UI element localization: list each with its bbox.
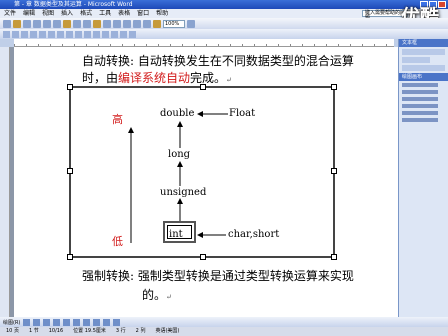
- task-pane-option[interactable]: [402, 57, 430, 63]
- task-pane-list: [402, 83, 445, 122]
- status-lang: 英语(美国): [155, 328, 180, 334]
- task-pane-option[interactable]: [402, 49, 445, 55]
- node-float: Float: [229, 108, 256, 119]
- status-section: 1 节: [28, 328, 39, 334]
- node-unsigned: unsigned: [160, 187, 207, 198]
- task-pane-title-2: 绘图画布: [399, 73, 448, 81]
- text-line[interactable]: 强制转换: 强制类型转换是通过类型转换运算来实现: [82, 267, 354, 284]
- task-pane-item[interactable]: [402, 104, 438, 108]
- status-page: 10 页: [6, 328, 19, 334]
- rectangle-icon[interactable]: [63, 318, 71, 326]
- drawing-toolbar: 绘图(R): [0, 317, 448, 327]
- select-objects-icon[interactable]: [23, 318, 31, 326]
- oval-icon[interactable]: [73, 318, 81, 326]
- node-char-short: char,short: [228, 229, 280, 240]
- para2-line1: 强制转换: 强制类型转换是通过类型转换运算来实现: [82, 269, 354, 283]
- task-pane-item[interactable]: [402, 111, 438, 115]
- line-color-icon[interactable]: [113, 318, 121, 326]
- conversion-arrows: [128, 111, 228, 243]
- para2-line2: 的。: [142, 288, 167, 302]
- task-pane-item[interactable]: [402, 97, 438, 101]
- node-int: int: [169, 229, 183, 240]
- drawing-menu[interactable]: 绘图(R): [3, 319, 20, 326]
- status-pages: 10/16: [48, 328, 64, 334]
- task-pane-item[interactable]: [402, 118, 438, 122]
- paragraph-mark-icon: ↵: [166, 293, 172, 301]
- node-double: double: [160, 108, 195, 119]
- fill-color-icon[interactable]: [103, 318, 111, 326]
- task-pane-title: 文本框: [399, 39, 448, 47]
- low-label: 低: [112, 235, 123, 248]
- status-col: 2 列: [135, 328, 146, 334]
- arrow-icon[interactable]: [53, 318, 61, 326]
- node-long: long: [168, 149, 191, 160]
- text-line[interactable]: 的。↵: [142, 286, 172, 303]
- wordart-icon[interactable]: [93, 318, 101, 326]
- status-position: 位置 19.5厘米: [73, 328, 106, 334]
- task-pane: 文本框 绘图画布: [398, 39, 448, 317]
- autoshapes-icon[interactable]: [33, 318, 41, 326]
- line-icon[interactable]: [43, 318, 51, 326]
- status-line: 3 行: [115, 328, 126, 334]
- task-pane-item[interactable]: [402, 83, 438, 87]
- high-label: 高: [112, 113, 123, 126]
- task-pane-option[interactable]: [402, 65, 445, 71]
- status-bar: 10 页 1 节 10/16 位置 19.5厘米 3 行 2 列 英语(美国): [0, 327, 448, 336]
- task-pane-item[interactable]: [402, 90, 438, 94]
- textbox-icon[interactable]: [83, 318, 91, 326]
